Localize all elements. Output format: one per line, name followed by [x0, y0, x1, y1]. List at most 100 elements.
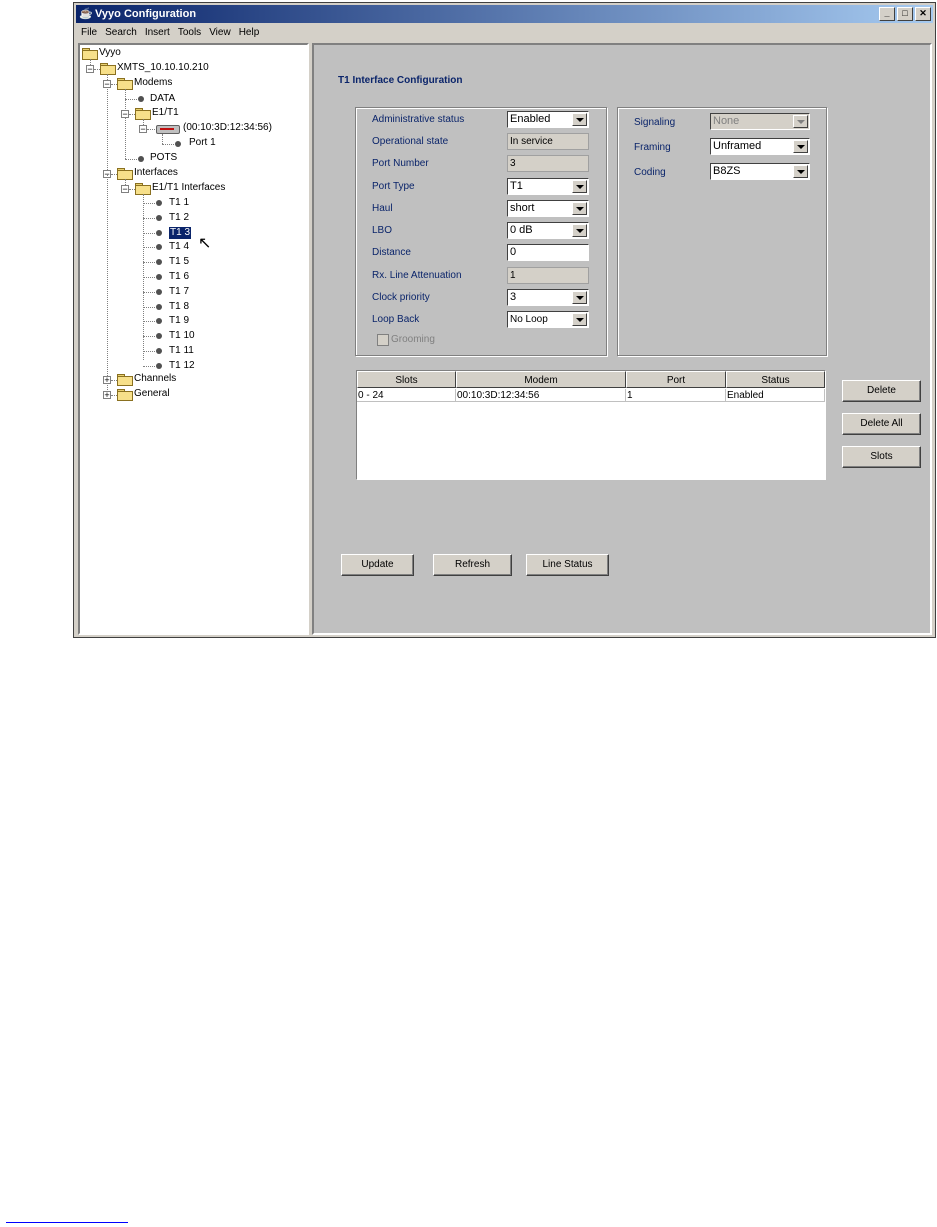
- tree-node-pots[interactable]: POTS: [150, 152, 177, 164]
- tree-node-t1[interactable]: T1 4: [169, 241, 189, 253]
- leaf-node-icon: [156, 244, 162, 250]
- delete-button[interactable]: Delete: [842, 380, 921, 402]
- dropdown-arrow-icon[interactable]: [572, 291, 587, 304]
- table-cell-status[interactable]: Enabled: [726, 389, 825, 402]
- menu-tools[interactable]: Tools: [173, 24, 204, 41]
- dropdown-arrow-icon[interactable]: [572, 180, 587, 193]
- table-cell-modem[interactable]: 00:10:3D:12:34:56: [456, 389, 626, 402]
- minimize-button[interactable]: _: [879, 7, 895, 21]
- tree-node-t1[interactable]: T1 10: [169, 330, 195, 342]
- menu-view[interactable]: View: [204, 24, 234, 41]
- collapse-toggle-icon[interactable]: −: [121, 110, 129, 119]
- coding-select[interactable]: B8ZS: [710, 163, 810, 180]
- framing-label: Framing: [634, 142, 671, 153]
- loop-back-select[interactable]: No Loop: [507, 311, 589, 328]
- tree-node-general[interactable]: General: [134, 388, 170, 400]
- haul-select[interactable]: short: [507, 200, 589, 217]
- maximize-button[interactable]: □: [897, 7, 913, 21]
- leaf-node-icon: [156, 274, 162, 280]
- port-type-value: T1: [510, 180, 523, 192]
- tree-node-t1[interactable]: T1 1: [169, 197, 189, 209]
- menu-file[interactable]: File: [76, 24, 100, 41]
- grooming-checkbox[interactable]: [377, 334, 389, 346]
- column-header-slots[interactable]: Slots: [357, 371, 456, 388]
- dropdown-arrow-icon[interactable]: [793, 140, 808, 153]
- update-button[interactable]: Update: [341, 554, 414, 576]
- refresh-button[interactable]: Refresh: [433, 554, 512, 576]
- collapse-toggle-icon[interactable]: −: [103, 80, 111, 89]
- leaf-node-icon: [138, 156, 144, 162]
- tree-node-t1[interactable]: T1 5: [169, 256, 189, 268]
- leaf-node-icon: [175, 141, 181, 147]
- tree-node-interfaces[interactable]: Interfaces: [134, 167, 178, 179]
- tree-connector: [143, 336, 155, 337]
- tree-node-t1[interactable]: T1 12: [169, 360, 195, 372]
- tree-node-t1[interactable]: T1 9: [169, 315, 189, 327]
- expand-toggle-icon[interactable]: +: [103, 391, 111, 400]
- table-cell-port[interactable]: 1: [626, 389, 726, 402]
- menu-help[interactable]: Help: [234, 24, 263, 41]
- config-panel: T1 Interface Configuration Administrativ…: [312, 43, 932, 635]
- delete-all-button[interactable]: Delete All: [842, 413, 921, 435]
- port-type-select[interactable]: T1: [507, 178, 589, 195]
- tree-connector: [107, 74, 108, 174]
- tree-node-host[interactable]: XMTS_10.10.10.210: [117, 62, 209, 74]
- admin-status-select[interactable]: Enabled: [507, 111, 589, 128]
- tree-connector: [107, 174, 108, 394]
- column-header-modem[interactable]: Modem: [456, 371, 626, 388]
- dropdown-arrow-icon[interactable]: [572, 224, 587, 237]
- line-status-button[interactable]: Line Status: [526, 554, 609, 576]
- distance-input[interactable]: 0: [507, 244, 589, 261]
- tree-node-t1[interactable]: T1 3: [169, 227, 192, 239]
- clock-priority-select[interactable]: 3: [507, 289, 589, 306]
- tree-node-e1t1[interactable]: E1/T1: [152, 107, 179, 119]
- tree-connector: [143, 307, 155, 308]
- dropdown-arrow-icon[interactable]: [572, 202, 587, 215]
- tree-node-t1[interactable]: T1 11: [169, 345, 194, 357]
- dropdown-arrow-icon[interactable]: [572, 113, 587, 126]
- lbo-select[interactable]: 0 dB: [507, 222, 589, 239]
- dropdown-arrow-icon[interactable]: [793, 115, 808, 128]
- signaling-select[interactable]: None: [710, 113, 810, 130]
- tree-node-modems[interactable]: Modems: [134, 77, 172, 89]
- tree-node-root[interactable]: Vyyo: [99, 47, 121, 59]
- leaf-node-icon: [156, 230, 162, 236]
- dropdown-arrow-icon[interactable]: [572, 313, 587, 326]
- dropdown-arrow-icon[interactable]: [793, 165, 808, 178]
- folder-open-icon: [117, 78, 133, 90]
- tree-node-t1[interactable]: T1 6: [169, 271, 189, 283]
- slots-button[interactable]: Slots: [842, 446, 921, 468]
- tree-connector: [143, 218, 155, 219]
- tree-connector: [143, 366, 155, 367]
- tree-node-t1[interactable]: T1 2: [169, 212, 189, 224]
- collapse-toggle-icon[interactable]: −: [139, 125, 147, 134]
- leaf-node-icon: [156, 348, 162, 354]
- tree-node-channels[interactable]: Channels: [134, 373, 176, 385]
- leaf-node-icon: [156, 304, 162, 310]
- column-header-status[interactable]: Status: [726, 371, 825, 388]
- port-number-field: 3: [507, 155, 589, 172]
- tree-node-t1[interactable]: T1 8: [169, 301, 189, 313]
- menu-search[interactable]: Search: [100, 24, 140, 41]
- table-cell-slots[interactable]: 0 - 24: [357, 389, 456, 402]
- tree-node-t1[interactable]: T1 7: [169, 286, 189, 298]
- tree-node-modem[interactable]: (00:10:3D:12:34:56): [183, 122, 272, 134]
- column-header-port[interactable]: Port: [626, 371, 726, 388]
- tree-node-e1t1-interfaces[interactable]: E1/T1 Interfaces: [152, 182, 225, 194]
- tree-node-data[interactable]: DATA: [150, 93, 175, 105]
- framing-value: Unframed: [713, 140, 762, 152]
- collapse-toggle-icon[interactable]: −: [86, 65, 94, 74]
- close-button[interactable]: ✕: [915, 7, 931, 21]
- tree-connector: [162, 134, 163, 144]
- coding-label: Coding: [634, 167, 666, 178]
- collapse-toggle-icon[interactable]: −: [121, 185, 129, 194]
- window-title: Vyyo Configuration: [95, 8, 197, 20]
- menu-insert[interactable]: Insert: [140, 24, 173, 41]
- framing-select[interactable]: Unframed: [710, 138, 810, 155]
- tree-node-port[interactable]: Port 1: [189, 137, 216, 149]
- expand-toggle-icon[interactable]: +: [103, 376, 111, 385]
- modem-icon: [156, 125, 180, 134]
- signaling-value: None: [713, 115, 740, 127]
- leaf-node-icon: [156, 200, 162, 206]
- tree-connector: [147, 129, 155, 130]
